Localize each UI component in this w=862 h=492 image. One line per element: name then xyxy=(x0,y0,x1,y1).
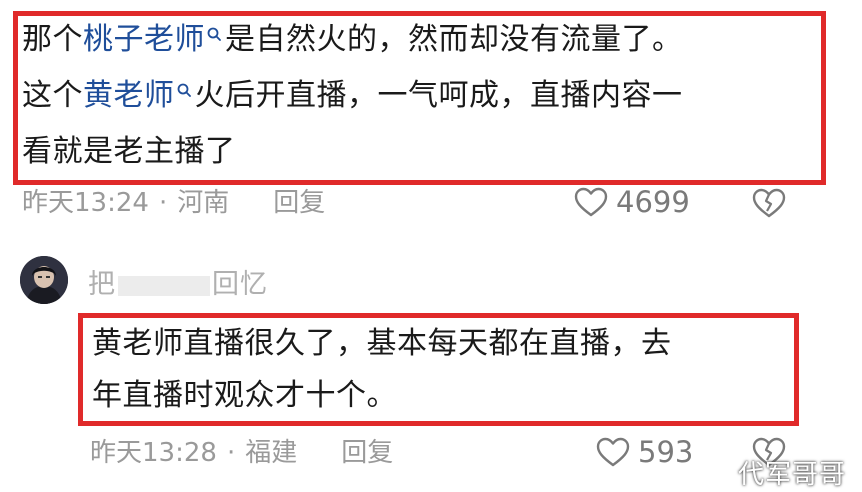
blurred-username-part xyxy=(118,275,210,296)
highlight-box xyxy=(78,313,799,426)
broken-heart-icon xyxy=(752,188,786,218)
like-count: 4699 xyxy=(616,185,690,219)
username[interactable]: 把回忆 xyxy=(88,262,268,301)
comment-2-meta: 昨天13:28 · 福建 回复 xyxy=(90,436,393,470)
avatar[interactable] xyxy=(20,256,68,304)
dislike-button[interactable] xyxy=(752,188,786,222)
comment-1-meta: 昨天13:24 · 河南 回复 xyxy=(22,186,325,220)
comment-location: 河南 xyxy=(177,188,230,218)
watermark: 代军哥哥 xyxy=(738,460,847,490)
like-count: 593 xyxy=(638,435,694,469)
comment-time: 昨天13:24 xyxy=(22,188,149,218)
like-button[interactable]: 593 xyxy=(596,435,693,469)
comment-location: 福建 xyxy=(245,438,298,468)
separator-dot: · xyxy=(158,188,168,218)
reply-button[interactable]: 回复 xyxy=(341,438,393,468)
reply-button[interactable]: 回复 xyxy=(273,188,325,218)
like-button[interactable]: 4699 xyxy=(574,185,690,219)
highlight-box xyxy=(13,11,826,185)
heart-icon xyxy=(596,437,630,467)
comment-time: 昨天13:28 xyxy=(90,438,217,468)
separator-dot: · xyxy=(226,438,236,468)
heart-icon xyxy=(574,187,608,217)
